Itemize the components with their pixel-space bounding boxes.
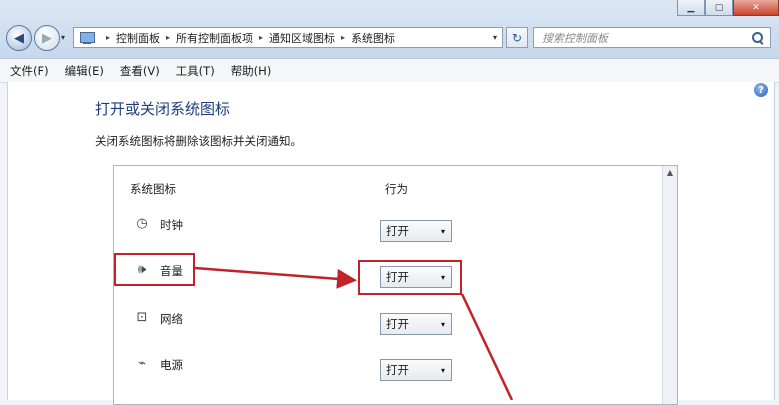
annotation-arrow-horizontal (194, 266, 357, 289)
annotation-arrow-down (460, 293, 514, 400)
annotation-arrows (194, 266, 514, 400)
